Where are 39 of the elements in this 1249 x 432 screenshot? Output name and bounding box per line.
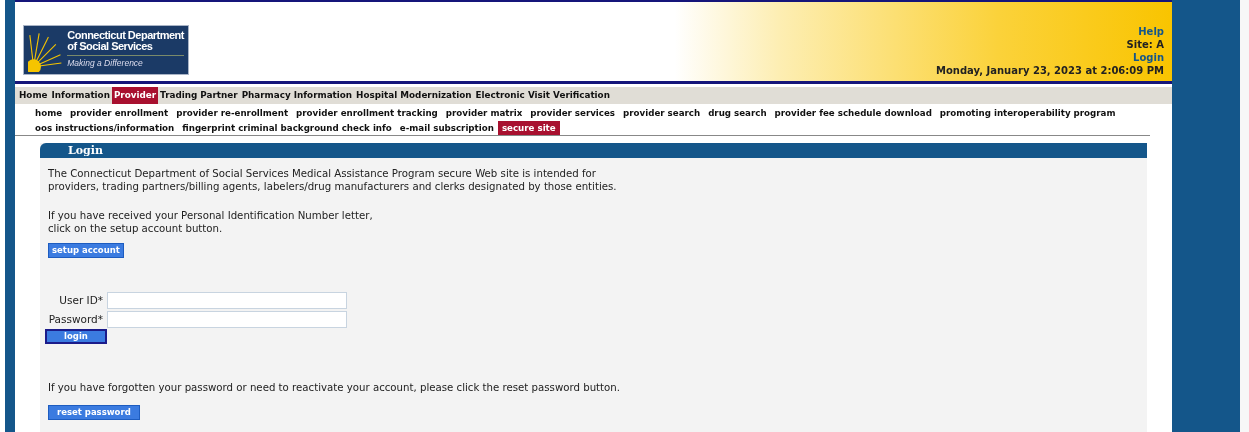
reset-instructions: If you have forgotten your password or need to reactivate your account, please click the reset password button. (48, 381, 622, 394)
subnav-link[interactable]: home (31, 106, 67, 120)
field-label: User ID* (58, 294, 103, 307)
subnav-link[interactable]: secure site (497, 121, 560, 135)
subnav-link[interactable]: fingerprint criminal background check info (178, 121, 396, 135)
logo-tagline: Making a Difference (67, 55, 184, 70)
header-link[interactable]: Help (1138, 26, 1164, 37)
field-label: Password* (48, 313, 103, 326)
nav-tab[interactable]: Home (17, 87, 50, 104)
reset-password-button[interactable]: reset password (48, 405, 140, 420)
header-text: Site: A (1126, 39, 1164, 50)
input-field[interactable] (107, 292, 347, 309)
nav-tab[interactable]: Pharmacy Information (239, 87, 355, 104)
logo-title: Connecticut Department (67, 30, 184, 42)
input-field[interactable] (107, 311, 347, 328)
header-link[interactable]: Login (1133, 52, 1164, 63)
subnav-link[interactable]: promoting interoperability program (935, 106, 1120, 120)
subnav-link[interactable]: provider search (619, 106, 705, 120)
panel-title: Login (40, 143, 1147, 158)
subnav-link[interactable]: provider services (526, 106, 620, 120)
subnav-link[interactable]: provider enrollment tracking (292, 106, 442, 120)
subnav-link[interactable]: provider fee schedule download (770, 106, 936, 120)
login-button[interactable]: login (45, 329, 107, 344)
subnav-link[interactable]: drug search (704, 106, 771, 120)
pin-instructions: If you have received your Personal Identification Number letter, click on the setup account button. (48, 209, 374, 235)
subnav-link[interactable]: provider matrix (441, 106, 527, 120)
subnav-link[interactable]: provider re-enrollment (172, 106, 293, 120)
header-text: Monday, January 23, 2023 at 2:06:09 PM (935, 65, 1164, 76)
nav-tab[interactable]: Trading Partner (158, 87, 240, 104)
subnav-link[interactable]: e-mail subscription (395, 121, 498, 135)
subnav-link[interactable]: provider enrollment (66, 106, 173, 120)
setup-account-button[interactable]: setup account (48, 243, 124, 258)
intro-paragraph: The Connecticut Department of Social Services Medical Assistance Program secure Web site is intended for providers, trading partners/billing agents, labelers/drug manufacturers and clerks designated by those entities. (48, 167, 618, 193)
nav-tab[interactable]: Electronic Visit Verification (473, 87, 612, 104)
nav-tab[interactable]: Hospital Modernization (354, 87, 474, 104)
logo-subtitle: of Social Services (67, 41, 153, 53)
nav-tab[interactable]: Information (49, 87, 112, 104)
nav-tab[interactable]: Provider (111, 87, 159, 104)
subnav-link[interactable]: oos instructions/information (31, 121, 179, 135)
